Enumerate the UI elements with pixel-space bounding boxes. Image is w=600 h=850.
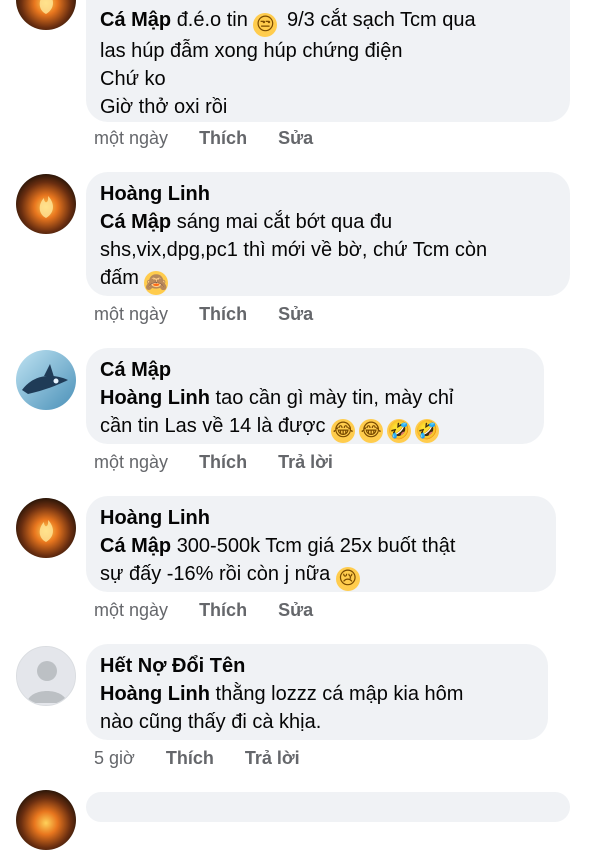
edit-button[interactable]: Sửa xyxy=(278,128,313,148)
timestamp[interactable]: một ngày xyxy=(94,452,168,472)
comment-bubble: Hoàng Linh Cá Mập 300-500k Tcm giá 25x b… xyxy=(86,496,556,592)
comment-actions: 5 giờ Thích Trả lời xyxy=(94,746,326,770)
comment-text: Cá Mập đ.é.o tin 😒 9/3 cắt sạch Tcm qua … xyxy=(100,9,476,118)
timestamp[interactable]: một ngày xyxy=(94,304,168,324)
author-name[interactable]: Cá Mập xyxy=(100,356,530,384)
default-user-avatar-icon[interactable] xyxy=(16,646,76,706)
like-button[interactable]: Thích xyxy=(199,128,247,148)
like-button[interactable]: Thích xyxy=(199,600,247,620)
comment-text: Cá Mập sáng mai cắt bớt qua đu shs,vix,d… xyxy=(100,211,488,295)
comment-actions: một ngày Thích Sửa xyxy=(94,126,339,150)
mention-link[interactable]: Cá Mập xyxy=(100,9,171,31)
comment-bubble: Hết Nợ Đổi Tên Hoàng Linh thằng lozzz cá… xyxy=(86,644,548,740)
like-button[interactable]: Thích xyxy=(166,748,214,768)
shark-avatar-icon[interactable] xyxy=(16,350,76,410)
crying-face-emoji-icon: 😢 xyxy=(335,567,360,591)
fire-avatar-icon[interactable] xyxy=(16,498,76,558)
comment-actions: một ngày Thích Sửa xyxy=(94,302,339,326)
mention-link[interactable]: Cá Mập xyxy=(100,535,171,557)
edit-button[interactable]: Sửa xyxy=(278,600,313,620)
like-button[interactable]: Thích xyxy=(199,452,247,472)
reply-button[interactable]: Trả lời xyxy=(278,452,333,472)
mention-link[interactable]: Cá Mập xyxy=(100,211,171,233)
rolling-laughing-emoji-icon: 🤣 xyxy=(415,419,440,443)
timestamp[interactable]: 5 giờ xyxy=(94,748,135,768)
mention-link[interactable]: Hoàng Linh xyxy=(100,683,210,705)
edit-button[interactable]: Sửa xyxy=(278,304,313,324)
see-no-evil-monkey-emoji-icon: 🙈 xyxy=(144,271,169,295)
comment-bubble: Cá Mập đ.é.o tin 😒 9/3 cắt sạch Tcm qua … xyxy=(86,0,570,122)
tears-of-joy-emoji-icon: 😂 xyxy=(359,419,384,443)
unamused-emoji-icon: 😒 xyxy=(253,13,278,37)
author-name[interactable]: Hoàng Linh xyxy=(100,180,556,208)
comment-text: Hoàng Linh thằng lozzz cá mập kia hôm nà… xyxy=(100,683,464,733)
rolling-laughing-emoji-icon: 🤣 xyxy=(387,419,412,443)
fire-avatar-icon[interactable] xyxy=(16,790,76,850)
comment-bubble xyxy=(86,792,570,822)
comment-actions: một ngày Thích Trả lời xyxy=(94,450,359,474)
mention-link[interactable]: Hoàng Linh xyxy=(100,387,210,409)
fire-avatar-icon[interactable] xyxy=(16,0,76,30)
fire-avatar-icon[interactable] xyxy=(16,174,76,234)
tears-of-joy-emoji-icon: 😂 xyxy=(331,419,356,443)
author-name[interactable]: Hoàng Linh xyxy=(100,504,542,532)
reply-button[interactable]: Trả lời xyxy=(245,748,300,768)
like-button[interactable]: Thích xyxy=(199,304,247,324)
timestamp[interactable]: một ngày xyxy=(94,128,168,148)
comment-bubble: Hoàng Linh Cá Mập sáng mai cắt bớt qua đ… xyxy=(86,172,570,296)
timestamp[interactable]: một ngày xyxy=(94,600,168,620)
comment-text: Cá Mập 300-500k Tcm giá 25x buốt thật sự… xyxy=(100,535,456,591)
comment-bubble: Cá Mập Hoàng Linh tao cần gì mày tin, mà… xyxy=(86,348,544,444)
author-name[interactable]: Hết Nợ Đổi Tên xyxy=(100,652,534,680)
comment-text: Hoàng Linh tao cần gì mày tin, mày chỉ c… xyxy=(100,387,454,443)
comment-actions: một ngày Thích Sửa xyxy=(94,598,339,622)
